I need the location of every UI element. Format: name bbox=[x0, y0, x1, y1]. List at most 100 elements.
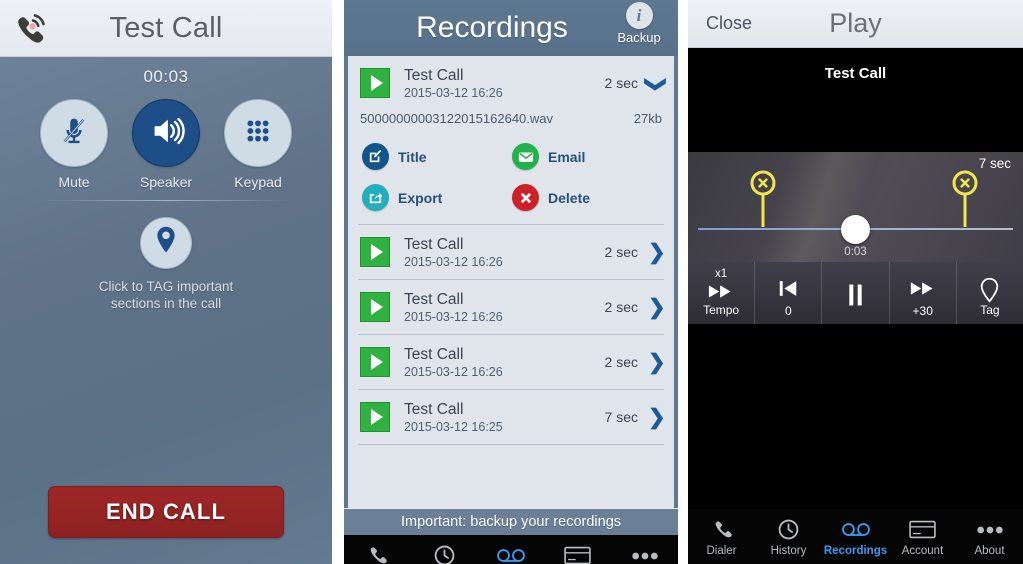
recording-duration: 2 sec bbox=[604, 75, 638, 91]
play-icon[interactable] bbox=[360, 237, 390, 267]
delete-icon bbox=[512, 184, 539, 211]
tab-history-label: History bbox=[770, 544, 807, 557]
restart-button[interactable]: 0 bbox=[755, 262, 823, 324]
progress-thumb[interactable] bbox=[841, 215, 870, 244]
tempo-label: Tempo bbox=[703, 303, 740, 317]
tab-history[interactable]: History bbox=[755, 517, 822, 557]
keypad-button[interactable]: Keypad bbox=[223, 99, 293, 190]
tab-about[interactable]: About bbox=[956, 517, 1023, 557]
call-timer: 00:03 bbox=[143, 67, 189, 86]
speaker-button-label: Speaker bbox=[139, 174, 193, 190]
recordings-header: Recordings i Backup bbox=[344, 0, 678, 56]
voicemail-icon bbox=[822, 517, 889, 543]
microphone-muted-icon bbox=[55, 112, 93, 155]
total-duration-label: 7 sec bbox=[978, 156, 1011, 171]
current-time-label: 0:03 bbox=[844, 246, 867, 258]
forward-30-button[interactable]: +30 bbox=[890, 262, 957, 324]
card-icon bbox=[889, 517, 956, 543]
tempo-value: x1 bbox=[715, 268, 728, 280]
call-controls: Mute Speaker Keypad bbox=[0, 99, 332, 190]
map-pin-icon bbox=[153, 225, 179, 261]
tab-recordings[interactable]: Recordings bbox=[822, 517, 889, 557]
table-row[interactable]: Test Call 2015-03-12 16:25 7 sec ❯ bbox=[348, 390, 674, 444]
backup-button-label: Backup bbox=[617, 30, 661, 45]
keypad-button-label: Keypad bbox=[234, 174, 282, 190]
tab-about[interactable]: About bbox=[611, 543, 678, 564]
recording-duration: 2 sec bbox=[604, 354, 638, 370]
chevron-right-icon[interactable]: ❯ bbox=[648, 242, 666, 263]
list-item-expanded[interactable]: Test Call 2015-03-12 16:26 2 sec ❯ bbox=[348, 56, 674, 110]
chevron-right-icon[interactable]: ❯ bbox=[648, 352, 666, 373]
end-call-button[interactable]: END CALL bbox=[48, 486, 284, 538]
backup-banner: Important: backup your recordings bbox=[344, 508, 678, 535]
phone-recording-icon bbox=[8, 6, 54, 52]
export-action-button[interactable]: Export bbox=[362, 177, 512, 218]
play-screen: Close Play Test Call 7 sec 0:03 x1 Tempo… bbox=[688, 0, 1023, 564]
clock-icon bbox=[411, 543, 478, 564]
tag-button[interactable]: Tag bbox=[957, 262, 1023, 324]
chevron-down-icon[interactable]: ❯ bbox=[645, 75, 668, 93]
mute-button[interactable]: Mute bbox=[39, 99, 109, 190]
tab-account-label: Account bbox=[901, 544, 944, 557]
recording-duration: 2 sec bbox=[604, 299, 638, 315]
table-row[interactable]: Test Call 2015-03-12 16:26 2 sec ❯ bbox=[348, 280, 674, 334]
page-title: Play bbox=[829, 8, 882, 38]
speaker-button[interactable]: Speaker bbox=[131, 99, 201, 190]
play-icon[interactable] bbox=[360, 402, 390, 432]
in-call-screen: Test Call 00:03 Mute Speaker Keypad Clic… bbox=[0, 0, 332, 564]
mute-button-label: Mute bbox=[58, 174, 90, 190]
recording-filesize: 27kb bbox=[633, 111, 662, 126]
actions-row-1: Title Email bbox=[362, 136, 662, 177]
recording-title: Test Call bbox=[404, 400, 464, 418]
skip-back-icon bbox=[777, 278, 799, 300]
tag-section[interactable]: Click to TAG important sections in the c… bbox=[0, 217, 332, 312]
tab-bar: Dialer History Recordings Account bbox=[688, 509, 1023, 564]
call-header: Test Call bbox=[0, 0, 332, 57]
tab-dialer-label: Dialer bbox=[706, 544, 737, 557]
tag-button-circle bbox=[140, 217, 192, 269]
tag-marker-left[interactable] bbox=[750, 169, 776, 231]
recording-file-info: 50000000003122015162640.wav 27kb bbox=[348, 110, 674, 132]
tempo-button[interactable]: x1 Tempo bbox=[688, 262, 756, 324]
tab-history[interactable]: History bbox=[411, 543, 478, 564]
recording-title: Test Call bbox=[404, 345, 464, 363]
title-action-button[interactable]: Title bbox=[362, 136, 512, 177]
tab-recordings[interactable]: Recordings bbox=[478, 543, 545, 564]
tab-dialer[interactable]: Dialer bbox=[688, 517, 755, 557]
delete-action-button[interactable]: Delete bbox=[512, 177, 662, 218]
pause-button[interactable] bbox=[822, 262, 890, 324]
close-button[interactable]: Close bbox=[706, 13, 752, 34]
tab-account[interactable]: Account bbox=[889, 517, 956, 557]
info-icon: i bbox=[625, 2, 653, 29]
tab-account[interactable]: Account bbox=[544, 543, 611, 564]
recording-title: Test Call bbox=[404, 66, 464, 84]
tab-dialer[interactable]: Dialer bbox=[344, 543, 411, 564]
table-row[interactable]: Test Call 2015-03-12 16:26 2 sec ❯ bbox=[348, 335, 674, 389]
tag-hint-line1: Click to TAG important bbox=[98, 279, 234, 294]
recording-actions: Title Email Export Delete bbox=[348, 132, 674, 224]
tag-marker-right[interactable] bbox=[952, 169, 978, 231]
tag-label: Tag bbox=[980, 302, 1000, 317]
play-icon[interactable] bbox=[360, 292, 390, 322]
call-body: 00:03 Mute Speaker Keypad Click to TAG i… bbox=[0, 57, 332, 564]
list-divider bbox=[358, 444, 664, 445]
fast-forward-icon bbox=[910, 278, 936, 300]
scrubber-area: 7 sec 0:03 bbox=[688, 152, 1023, 262]
backup-button[interactable]: i Backup bbox=[608, 2, 670, 45]
speaker-button-circle bbox=[132, 99, 200, 167]
recording-duration: 7 sec bbox=[604, 409, 638, 425]
play-icon[interactable] bbox=[360, 347, 390, 377]
chevron-right-icon[interactable]: ❯ bbox=[648, 407, 666, 428]
recording-meta: Test Call 2015-03-12 16:26 bbox=[390, 66, 605, 101]
recording-date: 2015-03-12 16:26 bbox=[404, 309, 503, 324]
email-action-button[interactable]: Email bbox=[512, 136, 662, 177]
fast-forward-icon bbox=[708, 280, 734, 302]
table-row[interactable]: Test Call 2015-03-12 16:26 2 sec ❯ bbox=[348, 225, 674, 279]
phone-icon bbox=[688, 517, 755, 543]
recording-meta: Test Call 2015-03-12 16:25 bbox=[390, 400, 605, 435]
recording-date: 2015-03-12 16:26 bbox=[404, 364, 503, 379]
phone-icon bbox=[344, 543, 411, 564]
mute-button-circle bbox=[40, 99, 108, 167]
play-icon[interactable] bbox=[360, 68, 390, 98]
chevron-right-icon[interactable]: ❯ bbox=[648, 297, 666, 318]
